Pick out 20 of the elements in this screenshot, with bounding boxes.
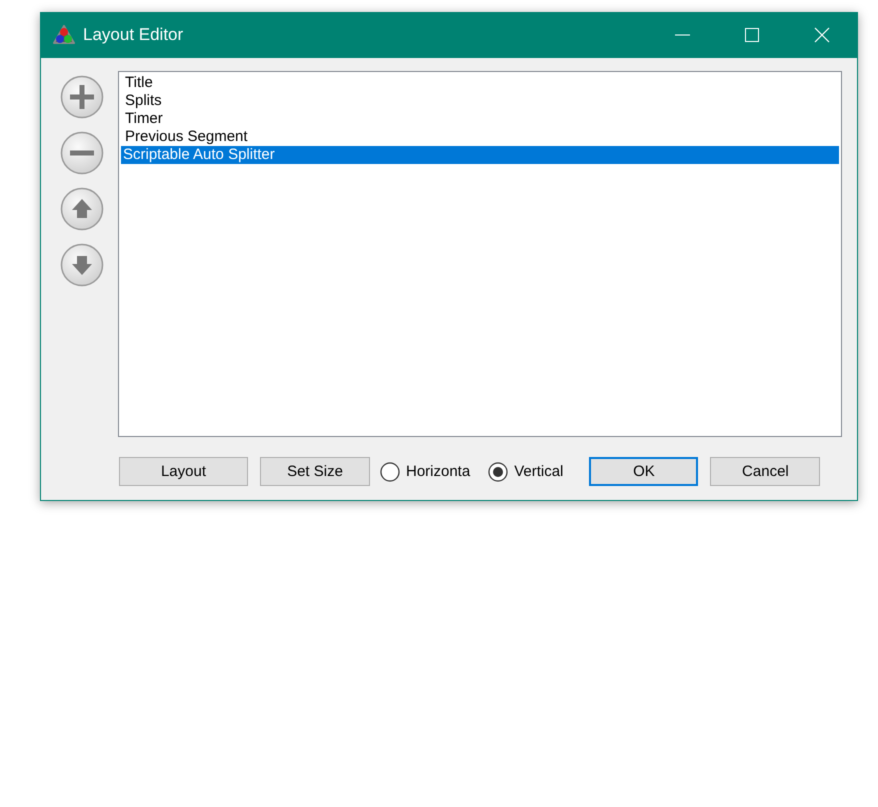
list-item[interactable]: Title [121,74,839,92]
app-icon [53,25,75,45]
minus-button[interactable] [60,131,104,175]
radio-button[interactable] [488,462,508,482]
down-arrow-button[interactable] [60,243,104,287]
dialog-button[interactable]: Set Size [260,457,370,486]
radio-label[interactable]: Vertical [514,463,564,480]
list-item[interactable]: Timer [121,110,839,128]
list-item[interactable]: Previous Segment [121,128,839,146]
window-title: Layout Editor [83,25,184,45]
component-list[interactable]: Title Splits Timer Previous Segment Scriptable Auto Splitter [118,71,842,437]
list-item[interactable]: Splits [121,92,839,110]
radio-label[interactable]: Horizonta [406,463,470,480]
dialog-button[interactable]: Layout [119,457,248,486]
list-item[interactable]: Scriptable Auto Splitter [121,146,839,164]
radio-button[interactable] [380,462,400,482]
dialog-button[interactable]: Cancel [710,457,820,486]
dialog-button[interactable]: OK [589,457,698,486]
up-arrow-button[interactable] [60,187,104,231]
plus-button[interactable] [60,75,104,119]
